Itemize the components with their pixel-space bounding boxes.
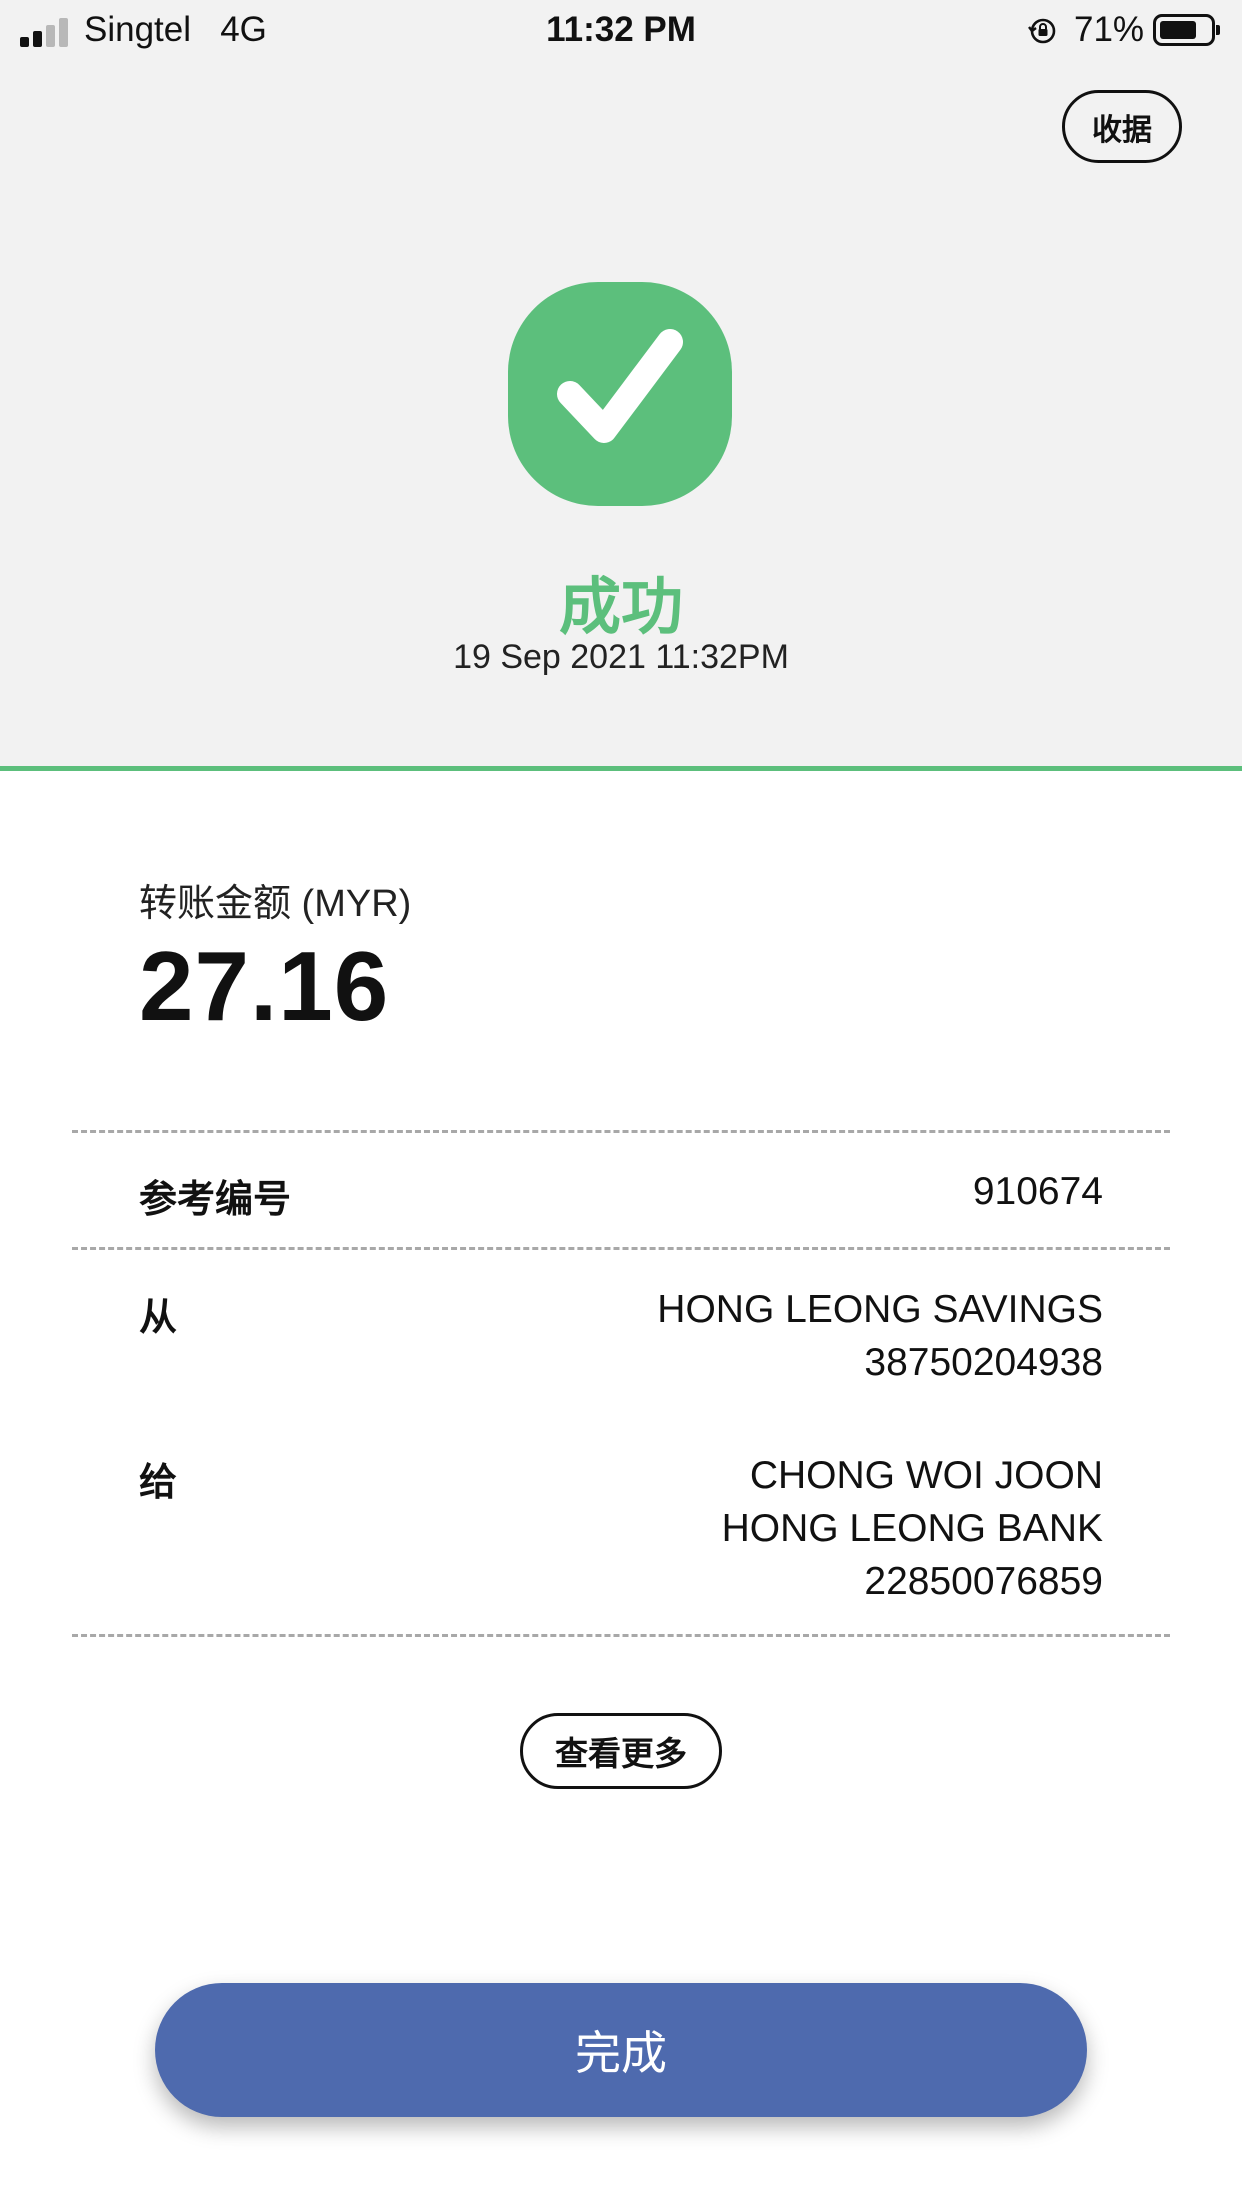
- status-title: 成功: [558, 573, 683, 642]
- to-account: CHONG WOI JOON HONG LEONG BANK 228500768…: [722, 1449, 1103, 1608]
- view-more-button[interactable]: 查看更多: [520, 1713, 722, 1789]
- status-bar: Singtel 4G 11:32 PM 71%: [0, 0, 1242, 62]
- transaction-datetime: 19 Sep 2021 11:32PM: [453, 638, 789, 676]
- amount-value: 27.16: [139, 931, 390, 1041]
- from-label: 从: [139, 1297, 178, 1339]
- from-account-name: HONG LEONG SAVINGS: [657, 1288, 1103, 1331]
- divider: [72, 1247, 1170, 1250]
- reference-label: 参考编号: [139, 1179, 292, 1221]
- divider: [72, 1130, 1170, 1133]
- from-account: HONG LEONG SAVINGS 38750204938: [657, 1283, 1103, 1389]
- divider: [72, 1634, 1170, 1637]
- rotation-lock-icon: [1028, 18, 1056, 44]
- recipient-bank: HONG LEONG BANK: [721, 1507, 1103, 1550]
- success-checkmark-icon: [508, 282, 732, 506]
- amount-label: 转账金额 (MYR): [139, 883, 412, 925]
- reference-value: 910674: [973, 1165, 1103, 1218]
- receipt-button[interactable]: 收据: [1062, 90, 1182, 163]
- to-label: 给: [139, 1462, 178, 1504]
- from-account-number: 38750204938: [864, 1341, 1103, 1384]
- reference-number: 910674: [972, 1170, 1103, 1213]
- battery-percent: 71%: [1074, 10, 1145, 49]
- recipient-account-number: 22850076859: [864, 1560, 1103, 1603]
- done-button[interactable]: 完成: [155, 1983, 1087, 2117]
- recipient-name: CHONG WOI JOON: [749, 1454, 1103, 1497]
- battery-icon: [1153, 14, 1220, 46]
